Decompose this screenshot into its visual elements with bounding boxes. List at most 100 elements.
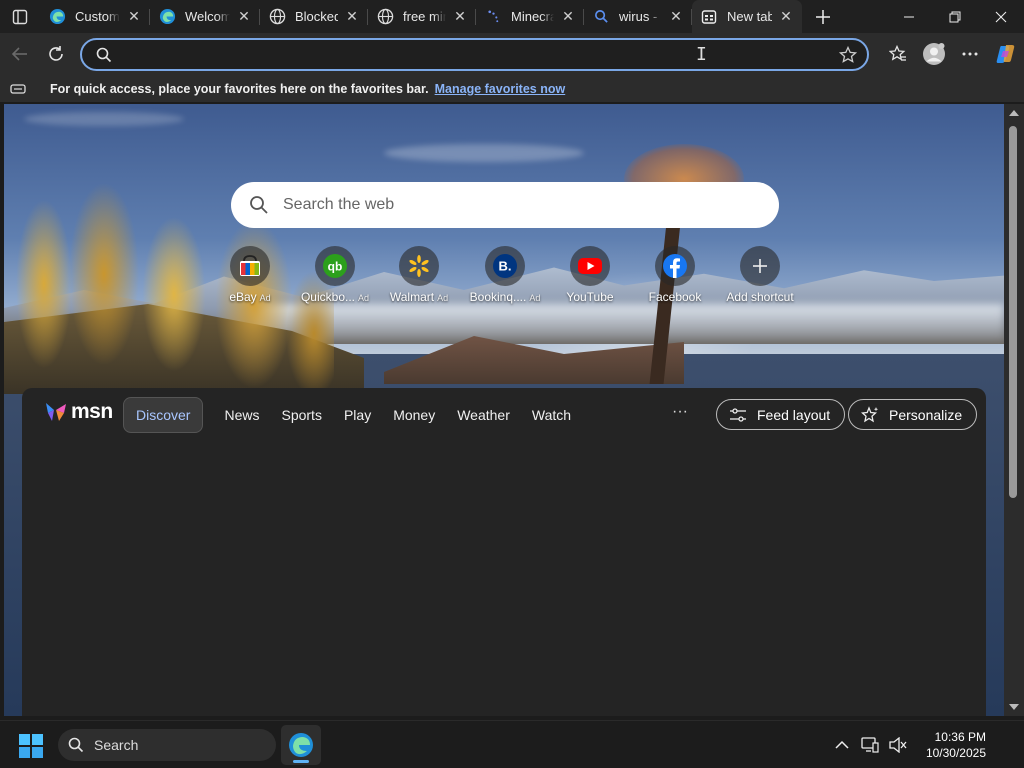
text-cursor-icon: I (696, 44, 707, 65)
tab-minecraft[interactable]: Minecraf ✕ (476, 0, 584, 33)
favorites-bar: For quick access, place your favorites h… (0, 75, 1024, 102)
network-icon (861, 737, 879, 753)
shortcut-label: Quickbo... (300, 290, 355, 304)
web-search-input[interactable] (283, 196, 723, 214)
nav-weather[interactable]: Weather (446, 398, 521, 432)
tab-actions-button[interactable] (0, 0, 40, 33)
msn-logo[interactable]: msn (44, 400, 113, 424)
close-tab-icon[interactable]: ✕ (778, 8, 794, 25)
scroll-up-icon[interactable] (1008, 108, 1020, 118)
search-icon (68, 737, 84, 753)
close-icon (995, 11, 1007, 22)
tab-wirus-search[interactable]: wirus - S ✕ (584, 0, 692, 33)
ad-badge: Ad (437, 293, 449, 303)
ad-badge: Ad (358, 293, 370, 303)
shortcut-youtube[interactable]: YouTube (547, 246, 633, 304)
network-button[interactable] (856, 737, 884, 753)
feed-nav-bar: msn Discover News Sports Play Money Weat… (22, 388, 986, 440)
nav-news[interactable]: News (213, 398, 270, 432)
start-button[interactable] (18, 733, 44, 759)
nav-play[interactable]: Play (333, 398, 382, 432)
scroll-down-icon[interactable] (1008, 702, 1020, 712)
globe-icon (376, 8, 394, 26)
nav-watch[interactable]: Watch (521, 398, 582, 432)
more-dots-icon (962, 52, 978, 56)
nav-money[interactable]: Money (382, 398, 446, 432)
msn-wordmark: msn (71, 400, 113, 423)
minimize-button[interactable] (886, 0, 932, 33)
feed-layout-label: Feed layout (757, 406, 831, 423)
restore-button[interactable] (932, 0, 978, 33)
manage-favorites-link[interactable]: Manage favorites now (435, 82, 566, 96)
favorites-icon (889, 45, 906, 61)
tab-free-minecraft[interactable]: free mine ✕ (368, 0, 476, 33)
new-tab-page: eBayAd qb Quickbo...Ad WalmartAd B. Book… (4, 104, 1004, 716)
nav-sports[interactable]: Sports (270, 398, 332, 432)
msn-feed-panel: msn Discover News Sports Play Money Weat… (22, 388, 986, 716)
close-tab-icon[interactable]: ✕ (344, 8, 360, 25)
shortcut-ebay[interactable]: eBay Ad (207, 246, 293, 304)
nav-more-button[interactable]: ··· (672, 403, 688, 421)
plus-icon (816, 9, 830, 24)
scrollbar-thumb[interactable] (1009, 126, 1017, 498)
web-search-box[interactable] (231, 182, 779, 228)
plus-icon (740, 246, 780, 286)
favorites-button[interactable] (880, 36, 916, 72)
favorite-star-icon[interactable] (839, 45, 857, 64)
nav-discover[interactable]: Discover (123, 397, 204, 433)
page-scrollbar[interactable] (1004, 104, 1024, 716)
personalize-label: Personalize (889, 406, 963, 423)
close-tab-icon[interactable]: ✕ (668, 8, 684, 25)
youtube-icon (570, 246, 610, 286)
refresh-button[interactable] (38, 36, 74, 72)
tab-blocked[interactable]: Blocked ✕ (260, 0, 368, 33)
volume-button[interactable] (884, 737, 912, 753)
close-tab-icon[interactable]: ✕ (452, 8, 468, 25)
profile-button[interactable] (916, 36, 952, 72)
tab-customize[interactable]: Customiz ✕ (40, 0, 150, 33)
address-bar[interactable]: I (80, 38, 869, 71)
ad-badge: Ad (529, 293, 541, 303)
copilot-button[interactable] (988, 36, 1024, 72)
tab-new-tab[interactable]: New tab ✕ (692, 0, 802, 33)
newtab-icon (700, 8, 718, 26)
feed-layout-button[interactable]: Feed layout (716, 399, 846, 430)
star-sparkle-icon (861, 405, 879, 424)
close-tab-icon[interactable]: ✕ (560, 8, 576, 25)
close-window-button[interactable] (978, 0, 1024, 33)
avatar-icon (923, 43, 945, 65)
edge-icon (289, 733, 313, 757)
clock[interactable]: 10:36 PM 10/30/2025 (926, 729, 986, 761)
taskbar-edge-app[interactable] (281, 725, 321, 765)
address-input[interactable] (122, 46, 839, 63)
taskbar-search-label: Search (94, 737, 139, 753)
tab-welcome[interactable]: Welcome ✕ (150, 0, 260, 33)
shortcut-booking[interactable]: B. Bookinq.... Ad (462, 246, 548, 304)
tab-strip: Customiz ✕ Welcome ✕ Blocked ✕ free mine… (0, 0, 1024, 33)
shortcut-facebook[interactable]: Facebook (632, 246, 718, 304)
tab-title: Minecraf (511, 9, 554, 24)
tab-title: New tab (727, 9, 772, 24)
new-tab-button[interactable] (806, 0, 840, 33)
globe-icon (268, 8, 286, 26)
search-icon (592, 8, 610, 26)
shortcut-walmart[interactable]: Walmart Ad (376, 246, 462, 304)
windows-logo-icon (19, 734, 43, 758)
window-controls (886, 0, 1024, 33)
shortcut-quickbooks[interactable]: qb Quickbo... Ad (292, 246, 378, 304)
add-shortcut-button[interactable]: Add shortcut (717, 246, 803, 304)
personalize-button[interactable]: Personalize (848, 399, 978, 430)
copilot-icon (996, 45, 1015, 63)
show-hidden-icons-button[interactable] (828, 740, 856, 750)
close-tab-icon[interactable]: ✕ (126, 8, 142, 25)
tab-list: Customiz ✕ Welcome ✕ Blocked ✕ free mine… (40, 0, 840, 33)
shortcut-label: Walmart (389, 290, 435, 304)
close-tab-icon[interactable]: ✕ (236, 8, 252, 25)
system-tray: 10:36 PM 10/30/2025 (828, 721, 1024, 768)
toolbar: I (0, 33, 1024, 75)
settings-more-button[interactable] (952, 36, 988, 72)
taskbar-search[interactable]: Search (58, 729, 276, 761)
edge-icon (48, 8, 66, 26)
back-button[interactable] (2, 36, 38, 72)
shortcut-label: eBay (229, 290, 257, 304)
